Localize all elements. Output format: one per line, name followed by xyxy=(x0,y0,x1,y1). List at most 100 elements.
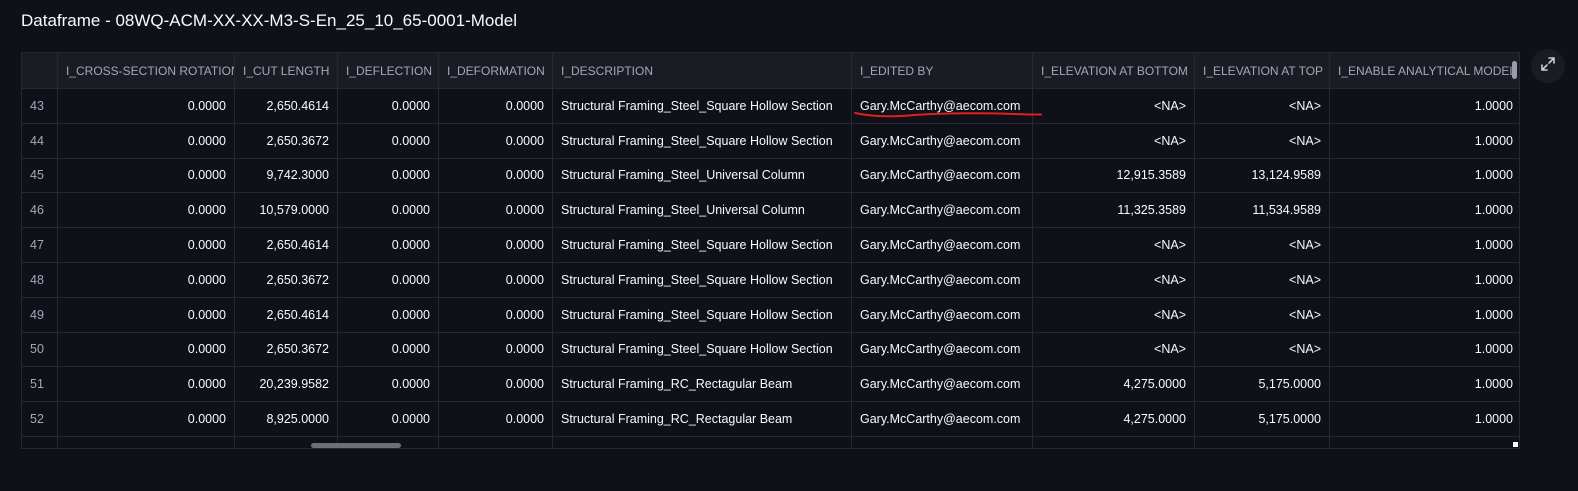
column-header-cross-section-rotation[interactable]: I_CROSS-SECTION ROTATION xyxy=(58,53,235,88)
cell-cut-length[interactable]: 2,650.4614 xyxy=(235,228,338,262)
cell-enable-analytical-model[interactable]: 1.0000 xyxy=(1330,402,1519,436)
cell-description[interactable]: Structural Framing_Steel_Universal Colum… xyxy=(553,193,852,228)
column-header-deformation[interactable]: I_DEFORMATION xyxy=(439,53,553,88)
row-index[interactable]: 47 xyxy=(22,228,58,262)
cell-edited-by[interactable]: Gary.McCarthy@aecom.com xyxy=(852,193,1033,228)
table-row[interactable]: 46 0.0000 10,579.0000 0.0000 0.0000 Structura… xyxy=(22,193,1519,229)
cell-deformation[interactable]: 0.0000 xyxy=(439,436,553,448)
cell-description[interactable]: Structural Framing_Steel_Square Hollow S… xyxy=(553,123,852,158)
cell-enable-analytical-model[interactable]: 1.0000 xyxy=(1330,298,1519,332)
cell-elevation-at-top[interactable]: <NA> xyxy=(1195,123,1330,158)
cell-cross-section-rotation[interactable]: 0.0000 xyxy=(58,262,235,297)
cell-description[interactable]: Structural Framing_Steel_Square Hollow S… xyxy=(553,89,852,123)
cell-elevation-at-bottom[interactable]: 4,275.0000 xyxy=(1033,436,1195,448)
cell-description[interactable]: Structural Framing_Steel_Square Hollow S… xyxy=(553,332,852,367)
table-row[interactable]: 50 0.0000 2,650.3672 0.0000 0.0000 Structural… xyxy=(22,332,1519,368)
cell-edited-by[interactable]: Gary.McCarthy@aecom.com xyxy=(852,297,1033,332)
column-header-enable-analytical-model[interactable]: I_ENABLE ANALYTICAL MODEL xyxy=(1330,53,1519,88)
cell-cut-length[interactable]: 2,650.3672 xyxy=(235,123,338,158)
cell-deflection[interactable]: 0.0000 xyxy=(338,123,439,158)
cell-deformation[interactable]: 0.0000 xyxy=(439,332,553,367)
cell-cross-section-rotation[interactable]: 0.0000 xyxy=(58,402,235,436)
cell-cross-section-rotation[interactable]: 0.0000 xyxy=(58,228,235,262)
cell-elevation-at-bottom[interactable]: <NA> xyxy=(1033,297,1195,332)
table-row[interactable]: 45 0.0000 9,742.3000 0.0000 0.0000 Structural… xyxy=(22,158,1519,194)
cell-cut-length[interactable]: 2,650.4614 xyxy=(235,89,338,123)
cell-deformation[interactable]: 0.0000 xyxy=(439,262,553,297)
cell-enable-analytical-model[interactable]: 1.0000 xyxy=(1330,228,1519,262)
cell-deformation[interactable]: 0.0000 xyxy=(439,228,553,262)
cell-description[interactable]: Structural Framing_RC_Rectagular Beam xyxy=(553,436,852,448)
cell-elevation-at-bottom[interactable]: <NA> xyxy=(1033,332,1195,367)
row-index[interactable]: 50 xyxy=(22,332,58,367)
table-row[interactable]: 530.00009,750.00000.00000.0000Structural… xyxy=(22,436,1519,448)
cell-edited-by[interactable]: Gary.McCarthy@aecom.com xyxy=(852,436,1033,448)
cell-cross-section-rotation[interactable]: 0.0000 xyxy=(58,332,235,367)
cell-cross-section-rotation[interactable]: 0.0000 xyxy=(58,158,235,193)
cell-elevation-at-bottom[interactable]: 11,325.3589 xyxy=(1033,193,1195,228)
cell-enable-analytical-model[interactable]: 1.0000 xyxy=(1330,193,1519,227)
table-row[interactable]: 48 0.0000 2,650.3672 0.0000 0.0000 Structural… xyxy=(22,262,1519,298)
cell-deformation[interactable]: 0.0000 xyxy=(439,193,553,228)
cell-cut-length[interactable]: 2,650.3672 xyxy=(235,262,338,297)
cell-deflection[interactable]: 0.0000 xyxy=(338,158,439,193)
row-index[interactable]: 51 xyxy=(22,367,58,402)
cell-elevation-at-top[interactable]: <NA> xyxy=(1195,262,1330,297)
cell-deflection[interactable]: 0.0000 xyxy=(338,228,439,262)
table-row[interactable]: 49 0.0000 2,650.4614 0.0000 0.0000 Structural… xyxy=(22,297,1519,333)
cell-edited-by[interactable]: Gary.McCarthy@aecom.com xyxy=(852,158,1033,193)
cell-deflection[interactable]: 0.0000 xyxy=(338,367,439,402)
vertical-scrollbar[interactable] xyxy=(1512,61,1517,79)
column-header-elevation-at-top[interactable]: I_ELEVATION AT TOP xyxy=(1195,53,1330,88)
cell-elevation-at-top[interactable]: 13,124.9589 xyxy=(1195,158,1330,193)
table-row[interactable]: 43 0.0000 2,650.4614 0.0000 0.0000 Structural… xyxy=(22,89,1519,124)
cell-edited-by[interactable]: Gary.McCarthy@aecom.com xyxy=(852,123,1033,158)
cell-elevation-at-top[interactable]: <NA> xyxy=(1195,228,1330,262)
cell-elevation-at-top[interactable]: 11,534.9589 xyxy=(1195,193,1330,228)
cell-enable-analytical-model[interactable]: 1.0000 xyxy=(1330,159,1519,193)
cell-deflection[interactable]: 0.0000 xyxy=(338,89,439,123)
cell-description[interactable]: Structural Framing_Steel_Universal Colum… xyxy=(553,158,852,193)
cell-deformation[interactable]: 0.0000 xyxy=(439,402,553,436)
cell-deflection[interactable]: 0.0000 xyxy=(338,262,439,297)
cell-cross-section-rotation[interactable]: 0.0000 xyxy=(58,436,235,448)
row-index[interactable]: 48 xyxy=(22,262,58,297)
cell-deformation[interactable]: 0.0000 xyxy=(439,297,553,332)
cell-description[interactable]: Structural Framing_Steel_Square Hollow S… xyxy=(553,228,852,262)
cell-elevation-at-top[interactable]: <NA> xyxy=(1195,332,1330,367)
cell-edited-by[interactable]: Gary.McCarthy@aecom.com xyxy=(852,367,1033,402)
cell-enable-analytical-model[interactable]: 1.0000 xyxy=(1330,263,1519,297)
cell-cut-length[interactable]: 10,579.0000 xyxy=(235,193,338,228)
cell-elevation-at-top[interactable]: <NA> xyxy=(1195,89,1330,123)
cell-deflection[interactable]: 0.0000 xyxy=(338,332,439,367)
cell-elevation-at-top[interactable]: 5,175.0000 xyxy=(1195,402,1330,436)
cell-deformation[interactable]: 0.0000 xyxy=(439,89,553,123)
row-index[interactable]: 53 xyxy=(22,436,58,448)
cell-deflection[interactable]: 0.0000 xyxy=(338,297,439,332)
cell-description[interactable]: Structural Framing_Steel_Square Hollow S… xyxy=(553,262,852,297)
cell-cross-section-rotation[interactable]: 0.0000 xyxy=(58,367,235,402)
cell-enable-analytical-model[interactable]: 1.0000 xyxy=(1330,124,1519,158)
column-header-description[interactable]: I_DESCRIPTION xyxy=(553,53,852,88)
row-index[interactable]: 44 xyxy=(22,123,58,158)
cell-elevation-at-bottom[interactable]: 4,275.0000 xyxy=(1033,402,1195,436)
cell-elevation-at-bottom[interactable]: 4,275.0000 xyxy=(1033,367,1195,402)
column-header-cut-length[interactable]: I_CUT LENGTH xyxy=(235,53,338,88)
cell-deflection[interactable]: 0.0000 xyxy=(338,193,439,228)
cell-description[interactable]: Structural Framing_Steel_Square Hollow S… xyxy=(553,297,852,332)
cell-elevation-at-bottom[interactable]: 12,915.3589 xyxy=(1033,158,1195,193)
column-header-elevation-at-bottom[interactable]: I_ELEVATION AT BOTTOM xyxy=(1033,53,1195,88)
table-row[interactable]: 47 0.0000 2,650.4614 0.0000 0.0000 Structural… xyxy=(22,228,1519,263)
cell-edited-by[interactable]: Gary.McCarthy@aecom.com xyxy=(852,262,1033,297)
cell-cut-length[interactable]: 20,239.9582 xyxy=(235,367,338,402)
cell-cross-section-rotation[interactable]: 0.0000 xyxy=(58,89,235,123)
cell-edited-by[interactable]: Gary.McCarthy@aecom.com xyxy=(852,332,1033,367)
row-index[interactable]: 52 xyxy=(22,402,58,436)
row-index[interactable]: 43 xyxy=(22,89,58,123)
cell-cut-length[interactable]: 9,742.3000 xyxy=(235,158,338,193)
cell-elevation-at-top[interactable]: 5,175.0000 xyxy=(1195,367,1330,402)
cell-deflection[interactable]: 0.0000 xyxy=(338,402,439,436)
cell-description[interactable]: Structural Framing_RC_Rectagular Beam xyxy=(553,367,852,402)
cell-deformation[interactable]: 0.0000 xyxy=(439,367,553,402)
cell-edited-by[interactable]: Gary.McCarthy@aecom.com xyxy=(852,228,1033,262)
